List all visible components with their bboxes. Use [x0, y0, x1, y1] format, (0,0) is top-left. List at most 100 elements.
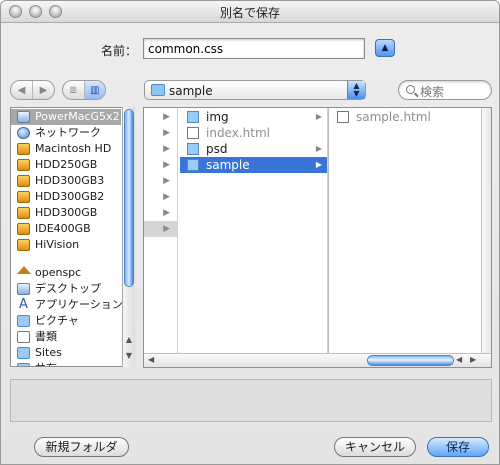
sidebar-item-applications[interactable]: A アプリケーション — [11, 297, 123, 313]
browser-horizontal-scrollbar[interactable]: ◀ ◀ ▶ — [144, 353, 491, 367]
scroll-left-icon[interactable]: ◀ — [148, 355, 154, 364]
parent-column: ▶ ▶ ▶ ▶ ▶ ▶ ▶ ▶ — [144, 108, 178, 354]
filename-input[interactable] — [143, 38, 365, 59]
disk-icon — [17, 223, 30, 235]
popup-arrows-icon[interactable]: ▲ ▼ — [347, 81, 365, 99]
sidebar-item-shared[interactable]: 共有 — [11, 361, 121, 366]
location-popup[interactable]: sample ▲ ▼ — [144, 80, 366, 100]
sidebar-item-label: HDD250GB — [35, 158, 98, 171]
parent-row[interactable]: ▶ — [144, 157, 177, 173]
forward-button[interactable]: ▶ — [32, 81, 54, 99]
column-resizer[interactable] — [481, 108, 491, 354]
sidebar-item-desktop[interactable]: デスクトップ — [11, 281, 121, 297]
view-switcher: ≣ ▥ — [62, 80, 106, 100]
folder-icon — [17, 347, 30, 359]
sidebar-item-label: IDE400GB — [35, 222, 91, 235]
new-folder-button[interactable]: 新規フォルダ — [34, 437, 129, 457]
folder-icon — [187, 111, 199, 123]
sidebar-item-label: 共有 — [35, 362, 57, 366]
file-format-panel — [10, 379, 492, 422]
disk-icon — [17, 207, 30, 219]
search-field[interactable]: 検索 — [398, 80, 492, 100]
list-view-button[interactable]: ≣ — [63, 81, 84, 99]
sidebar-item-documents[interactable]: 書類 — [11, 329, 121, 345]
cancel-button[interactable]: キャンセル — [334, 437, 416, 457]
pictures-icon — [17, 315, 30, 327]
scroll-left-icon[interactable]: ◀ — [456, 355, 462, 364]
html-file-icon — [187, 127, 199, 139]
search-placeholder: 検索 — [420, 85, 445, 99]
sidebar-item-label: HiVision — [35, 238, 80, 251]
list-item-selected[interactable]: sample ▶ — [180, 157, 327, 173]
documents-icon — [17, 331, 30, 343]
sidebar-item-hdd250gb[interactable]: HDD250GB — [11, 157, 121, 173]
scroll-up-icon[interactable]: ▲ — [123, 335, 135, 344]
parent-row[interactable]: ▶ — [144, 125, 177, 141]
save-button[interactable]: 保存 — [427, 437, 489, 457]
sidebar-item-label: HDD300GB2 — [35, 190, 105, 203]
folder-icon — [187, 159, 199, 171]
location-label: sample — [169, 84, 213, 98]
list-item[interactable]: sample.html — [330, 109, 491, 125]
sidebar-item-label: PowerMacG5x2 — [35, 110, 120, 123]
applications-icon: A — [19, 297, 28, 312]
desktop-icon — [17, 283, 30, 295]
parent-row[interactable]: ▶ — [144, 173, 177, 189]
sidebar-item-label: Macintosh HD — [35, 142, 112, 155]
column-view-button[interactable]: ▥ — [83, 81, 105, 99]
parent-row[interactable]: ▶ — [144, 189, 177, 205]
scroll-down-icon[interactable]: ▼ — [123, 351, 135, 360]
sidebar-item-macintosh-hd[interactable]: Macintosh HD — [11, 141, 121, 157]
html-file-icon — [337, 111, 349, 123]
collapse-dialog-button[interactable]: ▲ — [375, 39, 395, 57]
list-item[interactable]: img ▶ — [180, 109, 327, 125]
file-browser: ▶ ▶ ▶ ▶ ▶ ▶ ▶ ▶ img ▶ index.html psd ▶ sam… — [143, 107, 492, 368]
folder-icon — [187, 143, 199, 155]
scroll-right-icon[interactable]: ▶ — [470, 355, 476, 364]
sidebar-item-label: アプリケーション — [35, 298, 123, 311]
sidebar-item-ide400gb[interactable]: IDE400GB — [11, 221, 121, 237]
network-icon — [17, 127, 30, 139]
disk-icon — [17, 159, 30, 171]
sidebar-item-label: 書類 — [35, 330, 57, 343]
folder-icon — [151, 84, 165, 96]
computer-icon — [17, 111, 30, 123]
sidebar-item-network[interactable]: ネットワーク — [11, 125, 121, 141]
sidebar-item-pictures[interactable]: ピクチャ — [11, 313, 121, 329]
list-item[interactable]: psd ▶ — [180, 141, 327, 157]
home-icon — [17, 266, 31, 274]
parent-row[interactable]: ▶ — [144, 141, 177, 157]
sidebar-scroll-thumb[interactable] — [124, 109, 134, 287]
horizontal-scroll-thumb[interactable] — [367, 355, 454, 366]
disk-icon — [17, 191, 30, 203]
disk-icon — [17, 175, 30, 187]
filename-label: 名前： — [101, 44, 138, 58]
sidebar-item-label: openspc — [35, 266, 82, 279]
sidebar-item-sites[interactable]: Sites — [11, 345, 121, 361]
parent-row-selected[interactable]: ▶ — [144, 221, 177, 237]
sidebar-item-label: HDD300GB3 — [35, 174, 105, 187]
chevron-up-icon: ▲ — [381, 43, 389, 53]
sidebar-item-openspc[interactable]: openspc — [11, 265, 121, 281]
sidebar-item-hdd300gb[interactable]: HDD300GB — [11, 205, 121, 221]
sidebar-item-hdd300gb2[interactable]: HDD300GB2 — [11, 189, 121, 205]
child-folder-column: sample.html — [330, 108, 491, 354]
sidebar-scrollbar[interactable]: ▲ ▼ — [122, 107, 135, 367]
back-button[interactable]: ◀ — [11, 81, 32, 99]
title-bar[interactable]: 別名で保存 — [1, 1, 499, 23]
search-icon — [406, 85, 415, 94]
disk-icon — [17, 143, 30, 155]
parent-row[interactable]: ▶ — [144, 205, 177, 221]
current-folder-column: img ▶ index.html psd ▶ sample ▶ — [180, 108, 328, 354]
list-item[interactable]: index.html — [180, 125, 327, 141]
save-dialog: 別名で保存 名前： ▲ ◀ ▶ ≣ ▥ sample ▲▼ 検索 PowerMa… — [0, 0, 500, 465]
sidebar-item-label: ピクチャ — [35, 314, 79, 327]
sidebar-item-hivision[interactable]: HiVision — [11, 237, 121, 253]
sidebar-item-label: ネットワーク — [35, 126, 101, 139]
disk-icon — [17, 239, 30, 251]
sidebar-item-hdd300gb3[interactable]: HDD300GB3 — [11, 173, 121, 189]
parent-row[interactable]: ▶ — [144, 109, 177, 125]
history-navigation: ◀ ▶ — [10, 80, 55, 100]
sidebar-item-powermacg5x2[interactable]: PowerMacG5x2 — [11, 109, 121, 125]
sidebar: PowerMacG5x2 ネットワーク Macintosh HD HDD250G… — [10, 107, 135, 367]
